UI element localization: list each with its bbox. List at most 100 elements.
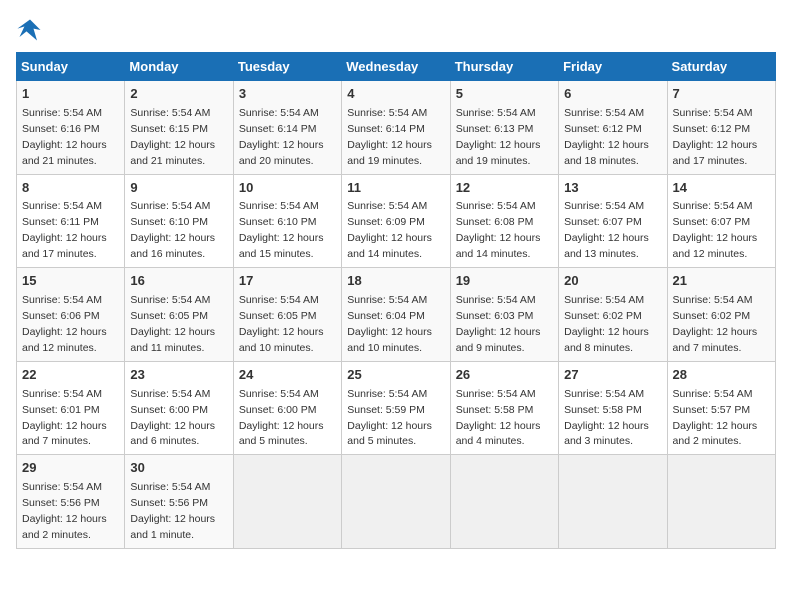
calendar-cell bbox=[342, 455, 450, 549]
calendar-cell: 10Sunrise: 5:54 AMSunset: 6:10 PMDayligh… bbox=[233, 174, 341, 268]
calendar-cell: 25 Sunrise: 5:54 AMSunset: 5:59 PMDayligh… bbox=[342, 361, 450, 455]
calendar-cell: 29 Sunrise: 5:54 AMSunset: 5:56 PMDayligh… bbox=[17, 455, 125, 549]
calendar-cell: 9 Sunrise: 5:54 AMSunset: 6:10 PMDaylight… bbox=[125, 174, 233, 268]
calendar-cell: 8 Sunrise: 5:54 AMSunset: 6:11 PMDaylight… bbox=[17, 174, 125, 268]
day-info: Sunrise: 5:54 AMSunset: 6:02 PMDaylight:… bbox=[673, 294, 758, 354]
day-info: Sunrise: 5:54 AMSunset: 6:11 PMDaylight:… bbox=[22, 200, 107, 260]
day-number: 21 bbox=[673, 272, 770, 291]
day-info: Sunrise: 5:54 AMSunset: 6:09 PMDaylight:… bbox=[347, 200, 432, 260]
day-number: 5 bbox=[456, 85, 553, 104]
day-info: Sunrise: 5:54 AMSunset: 6:15 PMDaylight:… bbox=[130, 107, 215, 167]
calendar-cell bbox=[450, 455, 558, 549]
column-header-monday: Monday bbox=[125, 53, 233, 81]
day-info: Sunrise: 5:54 AMSunset: 6:04 PMDaylight:… bbox=[347, 294, 432, 354]
day-number: 24 bbox=[239, 366, 336, 385]
day-number: 2 bbox=[130, 85, 227, 104]
logo bbox=[16, 16, 48, 44]
day-info: Sunrise: 5:54 AMSunset: 5:58 PMDaylight:… bbox=[564, 388, 649, 448]
day-info: Sunrise: 5:54 AMSunset: 6:00 PMDaylight:… bbox=[239, 388, 324, 448]
day-info: Sunrise: 5:54 AMSunset: 5:59 PMDaylight:… bbox=[347, 388, 432, 448]
day-number: 3 bbox=[239, 85, 336, 104]
day-info: Sunrise: 5:54 AMSunset: 6:00 PMDaylight:… bbox=[130, 388, 215, 448]
calendar-week-1: 1Sunrise: 5:54 AMSunset: 6:16 PMDaylight… bbox=[17, 81, 776, 175]
calendar-cell: 28 Sunrise: 5:54 AMSunset: 5:57 PMDayligh… bbox=[667, 361, 775, 455]
calendar-cell: 16 Sunrise: 5:54 AMSunset: 6:05 PMDayligh… bbox=[125, 268, 233, 362]
calendar-cell: 30 Sunrise: 5:54 AMSunset: 5:56 PMDayligh… bbox=[125, 455, 233, 549]
day-number: 13 bbox=[564, 179, 661, 198]
day-number: 12 bbox=[456, 179, 553, 198]
calendar-cell bbox=[233, 455, 341, 549]
day-info: Sunrise: 5:54 AMSunset: 6:16 PMDaylight:… bbox=[22, 107, 107, 167]
day-number: 9 bbox=[130, 179, 227, 198]
calendar-cell: 24 Sunrise: 5:54 AMSunset: 6:00 PMDayligh… bbox=[233, 361, 341, 455]
day-number: 10 bbox=[239, 179, 336, 198]
calendar-cell: 17Sunrise: 5:54 AMSunset: 6:05 PMDayligh… bbox=[233, 268, 341, 362]
day-info: Sunrise: 5:54 AMSunset: 5:56 PMDaylight:… bbox=[22, 481, 107, 541]
day-info: Sunrise: 5:54 AMSunset: 5:56 PMDaylight:… bbox=[130, 481, 215, 541]
calendar-cell: 12 Sunrise: 5:54 AMSunset: 6:08 PMDayligh… bbox=[450, 174, 558, 268]
calendar-week-2: 8 Sunrise: 5:54 AMSunset: 6:11 PMDaylight… bbox=[17, 174, 776, 268]
day-number: 11 bbox=[347, 179, 444, 198]
day-info: Sunrise: 5:54 AMSunset: 5:57 PMDaylight:… bbox=[673, 388, 758, 448]
calendar-cell: 23 Sunrise: 5:54 AMSunset: 6:00 PMDayligh… bbox=[125, 361, 233, 455]
calendar-cell: 6 Sunrise: 5:54 AMSunset: 6:12 PMDaylight… bbox=[559, 81, 667, 175]
day-number: 19 bbox=[456, 272, 553, 291]
calendar-week-5: 29 Sunrise: 5:54 AMSunset: 5:56 PMDayligh… bbox=[17, 455, 776, 549]
calendar-cell: 18 Sunrise: 5:54 AMSunset: 6:04 PMDayligh… bbox=[342, 268, 450, 362]
calendar-cell bbox=[559, 455, 667, 549]
calendar-week-4: 22 Sunrise: 5:54 AMSunset: 6:01 PMDayligh… bbox=[17, 361, 776, 455]
calendar-cell: 22 Sunrise: 5:54 AMSunset: 6:01 PMDayligh… bbox=[17, 361, 125, 455]
day-info: Sunrise: 5:54 AMSunset: 6:05 PMDaylight:… bbox=[130, 294, 215, 354]
calendar-cell: 14Sunrise: 5:54 AMSunset: 6:07 PMDayligh… bbox=[667, 174, 775, 268]
day-info: Sunrise: 5:54 AMSunset: 6:12 PMDaylight:… bbox=[564, 107, 649, 167]
day-info: Sunrise: 5:54 AMSunset: 6:13 PMDaylight:… bbox=[456, 107, 541, 167]
column-header-sunday: Sunday bbox=[17, 53, 125, 81]
calendar-table: SundayMondayTuesdayWednesdayThursdayFrid… bbox=[16, 52, 776, 549]
day-number: 8 bbox=[22, 179, 119, 198]
day-info: Sunrise: 5:54 AMSunset: 6:01 PMDaylight:… bbox=[22, 388, 107, 448]
calendar-cell: 20 Sunrise: 5:54 AMSunset: 6:02 PMDayligh… bbox=[559, 268, 667, 362]
column-header-thursday: Thursday bbox=[450, 53, 558, 81]
calendar-cell: 1Sunrise: 5:54 AMSunset: 6:16 PMDaylight… bbox=[17, 81, 125, 175]
column-header-friday: Friday bbox=[559, 53, 667, 81]
day-number: 26 bbox=[456, 366, 553, 385]
calendar-cell: 7 Sunrise: 5:54 AMSunset: 6:12 PMDaylight… bbox=[667, 81, 775, 175]
day-info: Sunrise: 5:54 AMSunset: 6:07 PMDaylight:… bbox=[564, 200, 649, 260]
calendar-cell: 26 Sunrise: 5:54 AMSunset: 5:58 PMDayligh… bbox=[450, 361, 558, 455]
calendar-cell: 11 Sunrise: 5:54 AMSunset: 6:09 PMDayligh… bbox=[342, 174, 450, 268]
day-number: 27 bbox=[564, 366, 661, 385]
day-info: Sunrise: 5:54 AMSunset: 6:07 PMDaylight:… bbox=[673, 200, 758, 260]
calendar-cell: 21 Sunrise: 5:54 AMSunset: 6:02 PMDayligh… bbox=[667, 268, 775, 362]
column-header-tuesday: Tuesday bbox=[233, 53, 341, 81]
day-info: Sunrise: 5:54 AMSunset: 6:02 PMDaylight:… bbox=[564, 294, 649, 354]
day-info: Sunrise: 5:54 AMSunset: 6:08 PMDaylight:… bbox=[456, 200, 541, 260]
calendar-cell: 27 Sunrise: 5:54 AMSunset: 5:58 PMDayligh… bbox=[559, 361, 667, 455]
day-info: Sunrise: 5:54 AMSunset: 6:05 PMDaylight:… bbox=[239, 294, 324, 354]
day-info: Sunrise: 5:54 AMSunset: 6:06 PMDaylight:… bbox=[22, 294, 107, 354]
column-header-saturday: Saturday bbox=[667, 53, 775, 81]
day-number: 23 bbox=[130, 366, 227, 385]
day-number: 22 bbox=[22, 366, 119, 385]
day-number: 25 bbox=[347, 366, 444, 385]
calendar-week-3: 15 Sunrise: 5:54 AMSunset: 6:06 PMDayligh… bbox=[17, 268, 776, 362]
day-number: 18 bbox=[347, 272, 444, 291]
day-info: Sunrise: 5:54 AMSunset: 6:14 PMDaylight:… bbox=[239, 107, 324, 167]
day-number: 4 bbox=[347, 85, 444, 104]
day-number: 20 bbox=[564, 272, 661, 291]
day-info: Sunrise: 5:54 AMSunset: 6:10 PMDaylight:… bbox=[130, 200, 215, 260]
day-info: Sunrise: 5:54 AMSunset: 5:58 PMDaylight:… bbox=[456, 388, 541, 448]
calendar-cell bbox=[667, 455, 775, 549]
column-header-wednesday: Wednesday bbox=[342, 53, 450, 81]
calendar-cell: 13 Sunrise: 5:54 AMSunset: 6:07 PMDayligh… bbox=[559, 174, 667, 268]
day-number: 16 bbox=[130, 272, 227, 291]
day-number: 28 bbox=[673, 366, 770, 385]
day-number: 15 bbox=[22, 272, 119, 291]
day-number: 29 bbox=[22, 459, 119, 478]
day-number: 7 bbox=[673, 85, 770, 104]
day-number: 6 bbox=[564, 85, 661, 104]
calendar-cell: 19Sunrise: 5:54 AMSunset: 6:03 PMDayligh… bbox=[450, 268, 558, 362]
header-row: SundayMondayTuesdayWednesdayThursdayFrid… bbox=[17, 53, 776, 81]
calendar-cell: 5 Sunrise: 5:54 AMSunset: 6:13 PMDaylight… bbox=[450, 81, 558, 175]
day-info: Sunrise: 5:54 AMSunset: 6:12 PMDaylight:… bbox=[673, 107, 758, 167]
day-number: 30 bbox=[130, 459, 227, 478]
